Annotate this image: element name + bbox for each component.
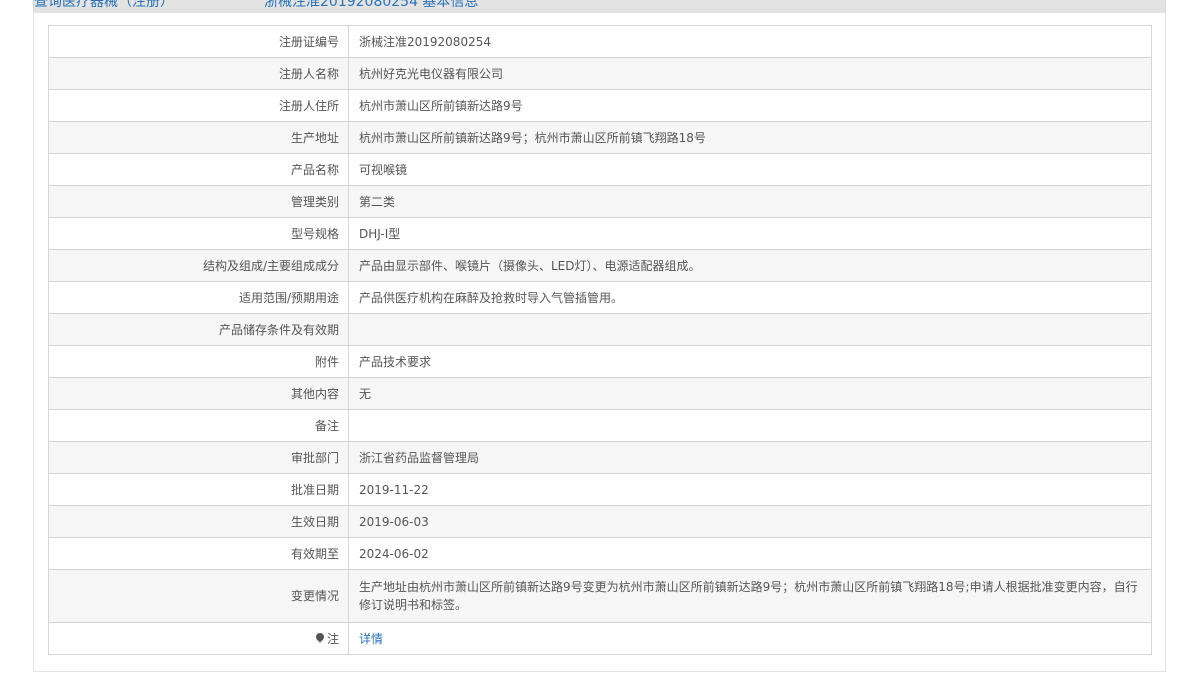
table-row-valid-until: 有效期至 2024-06-02	[48, 537, 1152, 570]
map-pin-icon	[314, 631, 326, 643]
row-label: 注册人名称	[48, 57, 349, 90]
row-label: 适用范围/预期用途	[48, 281, 349, 314]
row-value: 2019-06-03	[348, 505, 1152, 538]
table-row-registrant-name: 注册人名称 杭州好克光电仪器有限公司	[48, 57, 1152, 90]
table-row-registrant-address: 注册人住所 杭州市萧山区所前镇新达路9号	[48, 89, 1152, 122]
row-value: 产品由显示部件、喉镜片（摄像头、LED灯）、电源适配器组成。	[348, 249, 1152, 282]
row-value	[348, 313, 1152, 346]
row-value: 浙江省药品监督管理局	[348, 441, 1152, 474]
row-label: 结构及组成/主要组成成分	[48, 249, 349, 282]
row-label: 其他内容	[48, 377, 349, 410]
table-row-effective-date: 生效日期 2019-06-03	[48, 505, 1152, 538]
row-label: 生产地址	[48, 121, 349, 154]
detail-table: 注册证编号 浙械注准20192080254 注册人名称 杭州好克光电仪器有限公司…	[48, 25, 1152, 655]
table-row-other-content: 其他内容 无	[48, 377, 1152, 410]
row-label: 备注	[48, 409, 349, 442]
row-value: 杭州市萧山区所前镇新达路9号	[348, 89, 1152, 122]
row-label: 有效期至	[48, 537, 349, 570]
row-value: 无	[348, 377, 1152, 410]
table-row-intended-use: 适用范围/预期用途 产品供医疗机构在麻醉及抢救时导入气管插管用。	[48, 281, 1152, 314]
table-row-product-name: 产品名称 可视喉镜	[48, 153, 1152, 186]
table-row-registration-number: 注册证编号 浙械注准20192080254	[48, 25, 1152, 58]
breadcrumb-current: 浙械注准20192080254 基本信息	[264, 0, 479, 10]
row-label: 注册证编号	[48, 25, 349, 58]
row-value: 第二类	[348, 185, 1152, 218]
table-row-remarks: 备注	[48, 409, 1152, 442]
table-row-note: 注 详情	[48, 622, 1152, 655]
row-value: 浙械注准20192080254	[348, 25, 1152, 58]
breadcrumb-category-link[interactable]: 查询医疗器械（注册）	[34, 0, 174, 11]
row-label: 产品储存条件及有效期	[48, 313, 349, 346]
details-link[interactable]: 详情	[348, 622, 1152, 655]
table-row-model-spec: 型号规格 DHJ-Ⅰ型	[48, 217, 1152, 250]
row-label: 管理类别	[48, 185, 349, 218]
row-label: 型号规格	[48, 217, 349, 250]
row-value: 产品技术要求	[348, 345, 1152, 378]
table-row-approval-date: 批准日期 2019-11-22	[48, 473, 1152, 506]
table-row-approval-department: 审批部门 浙江省药品监督管理局	[48, 441, 1152, 474]
row-label: 变更情况	[48, 569, 349, 623]
row-value: 生产地址由杭州市萧山区所前镇新达路9号变更为杭州市萧山区所前镇新达路9号；杭州市…	[348, 569, 1152, 623]
row-label: 审批部门	[48, 441, 349, 474]
table-row-storage-validity: 产品储存条件及有效期	[48, 313, 1152, 346]
detail-panel: 注册证编号 浙械注准20192080254 注册人名称 杭州好克光电仪器有限公司…	[33, 12, 1166, 672]
table-row-change-history: 变更情况 生产地址由杭州市萧山区所前镇新达路9号变更为杭州市萧山区所前镇新达路9…	[48, 569, 1152, 623]
table-row-production-address: 生产地址 杭州市萧山区所前镇新达路9号；杭州市萧山区所前镇飞翔路18号	[48, 121, 1152, 154]
row-value: 可视喉镜	[348, 153, 1152, 186]
row-value: 杭州市萧山区所前镇新达路9号；杭州市萧山区所前镇飞翔路18号	[348, 121, 1152, 154]
row-label: 注册人住所	[48, 89, 349, 122]
row-value: 2019-11-22	[348, 473, 1152, 506]
table-row-structure-composition: 结构及组成/主要组成成分 产品由显示部件、喉镜片（摄像头、LED灯）、电源适配器…	[48, 249, 1152, 282]
row-label: 附件	[48, 345, 349, 378]
row-label: 生效日期	[48, 505, 349, 538]
row-label: 产品名称	[48, 153, 349, 186]
row-label: 注	[48, 622, 349, 655]
row-value	[348, 409, 1152, 442]
row-value: 杭州好克光电仪器有限公司	[348, 57, 1152, 90]
row-value: 产品供医疗机构在麻醉及抢救时导入气管插管用。	[348, 281, 1152, 314]
note-label: 注	[326, 631, 339, 646]
table-row-management-class: 管理类别 第二类	[48, 185, 1152, 218]
breadcrumb: 查询医疗器械（注册） 浙械注准20192080254 基本信息	[33, 0, 1166, 12]
table-row-attachment: 附件 产品技术要求	[48, 345, 1152, 378]
row-value: DHJ-Ⅰ型	[348, 217, 1152, 250]
row-label: 批准日期	[48, 473, 349, 506]
row-value: 2024-06-02	[348, 537, 1152, 570]
